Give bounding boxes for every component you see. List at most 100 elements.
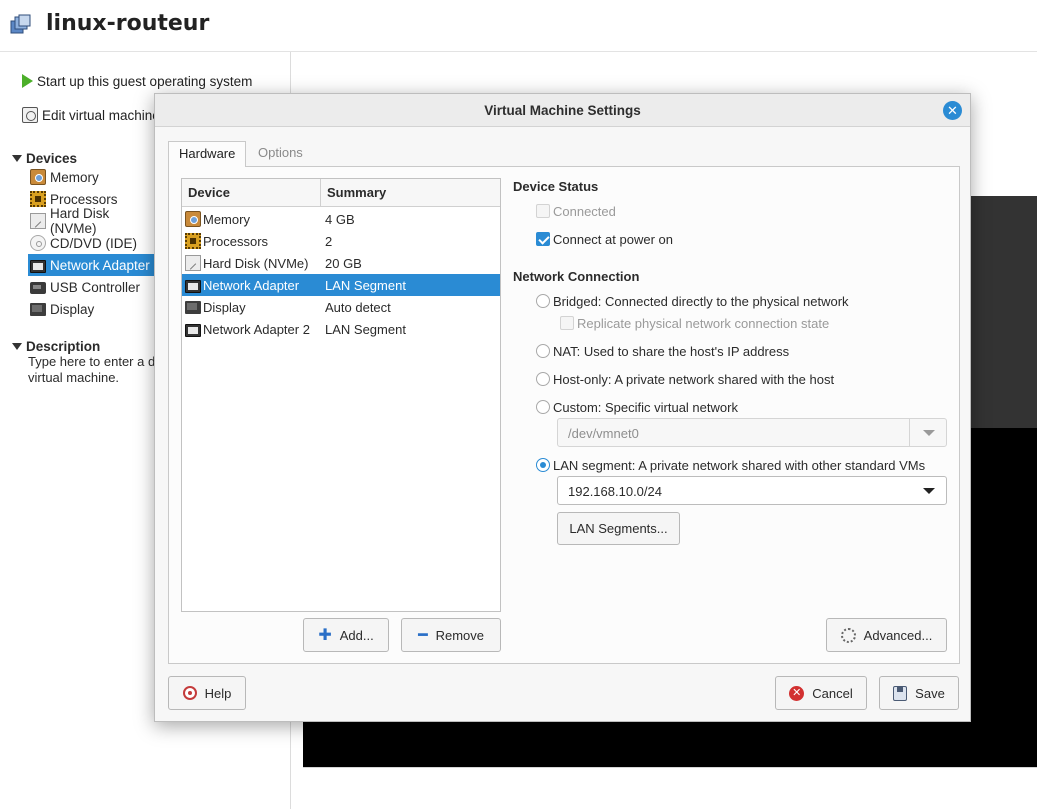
- add-device-button[interactable]: ✚ Add...: [303, 618, 389, 652]
- table-row-selected[interactable]: Network Adapter LAN Segment: [182, 274, 500, 296]
- table-row[interactable]: Processors 2: [182, 230, 500, 252]
- sidebar-item-network-adapter[interactable]: Network Adapter: [28, 254, 158, 276]
- sidebar-item-label: Memory: [50, 169, 99, 185]
- table-row[interactable]: Hard Disk (NVMe) 20 GB: [182, 252, 500, 274]
- description-line-1: Type here to enter a description of this: [28, 354, 158, 369]
- sidebar-item-label: Network Adapter: [50, 257, 150, 273]
- tab-options[interactable]: Options: [248, 141, 313, 166]
- device-cell: Network Adapter 2: [203, 321, 310, 337]
- connect-power-on-checkbox[interactable]: [536, 232, 550, 246]
- sidebar-item-cd-dvd[interactable]: CD/DVD (IDE): [28, 232, 158, 254]
- window-titlebar: linux-routeur: [0, 0, 1037, 52]
- host-only-radio[interactable]: [536, 372, 550, 386]
- display-icon: [30, 303, 46, 316]
- sidebar-item-memory[interactable]: Memory: [28, 166, 158, 188]
- sidebar-item-usb-controller[interactable]: USB Controller: [28, 276, 158, 298]
- edit-vm-label: Edit virtual machine settings: [42, 107, 162, 123]
- help-button[interactable]: Help: [168, 676, 246, 710]
- lan-segment-label: LAN segment: A private network shared wi…: [553, 458, 926, 473]
- remove-button-label: Remove: [435, 627, 485, 643]
- table-row[interactable]: Network Adapter 2 LAN Segment: [182, 318, 500, 340]
- sidebar-item-label: CD/DVD (IDE): [50, 235, 137, 251]
- connected-label: Connected: [553, 204, 616, 219]
- custom-network-select[interactable]: /dev/vmnet0: [557, 418, 947, 447]
- replicate-checkbox[interactable]: [560, 316, 574, 330]
- help-icon: [182, 686, 197, 700]
- advanced-button[interactable]: Advanced...: [826, 618, 947, 652]
- bridged-radio[interactable]: [536, 294, 550, 308]
- vm-title: linux-routeur: [46, 11, 210, 36]
- hardware-panel: Device Summary Memory 4 GB Processors 2 …: [168, 166, 960, 664]
- tab-hardware[interactable]: Hardware: [168, 141, 247, 167]
- memory-icon: [185, 211, 201, 227]
- network-adapter-icon: [30, 259, 46, 273]
- description-text[interactable]: Type here to enter a description of this…: [28, 354, 158, 386]
- sidebar-item-display[interactable]: Display: [28, 298, 158, 320]
- edit-settings-icon: [22, 107, 38, 123]
- lan-segments-button[interactable]: LAN Segments...: [557, 512, 680, 545]
- devices-heading[interactable]: Devices: [12, 151, 77, 166]
- memory-icon: [30, 169, 46, 185]
- add-button-label: Add...: [339, 627, 374, 643]
- custom-radio[interactable]: [536, 400, 550, 414]
- table-row[interactable]: Display Auto detect: [182, 296, 500, 318]
- hard-disk-icon: [30, 213, 46, 229]
- table-header: Device Summary: [182, 179, 500, 207]
- save-button-label: Save: [915, 685, 945, 701]
- network-adapter-icon: [185, 279, 201, 293]
- sidebar-item-label: Processors: [50, 191, 118, 207]
- custom-network-value: /dev/vmnet0: [568, 426, 639, 441]
- lan-segment-value: 192.168.10.0/24: [568, 484, 662, 499]
- cancel-icon: ✕: [789, 685, 805, 701]
- host-only-label: Host-only: A private network shared with…: [553, 372, 835, 387]
- help-button-label: Help: [204, 685, 232, 701]
- vm-settings-dialog: Virtual Machine Settings ✕ Hardware Opti…: [154, 93, 971, 722]
- remove-device-button[interactable]: ━ Remove: [401, 618, 501, 652]
- connected-checkbox[interactable]: [536, 204, 550, 218]
- summary-cell: 20 GB: [325, 255, 362, 271]
- table-row[interactable]: Memory 4 GB: [182, 208, 500, 230]
- description-heading-label: Description: [26, 339, 101, 354]
- cancel-button-label: Cancel: [812, 685, 853, 701]
- collapse-triangle-icon: [12, 155, 22, 162]
- device-cell: Display: [203, 299, 246, 315]
- summary-cell: LAN Segment: [325, 321, 406, 337]
- sidebar-item-hard-disk[interactable]: Hard Disk (NVMe): [28, 206, 158, 236]
- edit-vm-action[interactable]: Edit virtual machine settings: [22, 105, 162, 125]
- vm-icon: [10, 14, 31, 34]
- device-status-heading: Device Status: [513, 179, 599, 194]
- lan-segment-radio[interactable]: [536, 458, 550, 472]
- minus-icon: ━: [417, 627, 428, 644]
- preview-divider: [303, 767, 1037, 768]
- hard-disk-icon: [185, 255, 201, 271]
- advanced-button-label: Advanced...: [863, 627, 933, 643]
- dialog-title: Virtual Machine Settings: [484, 103, 641, 118]
- sidebar-item-label: Display: [50, 301, 95, 317]
- processor-icon: [30, 191, 46, 207]
- custom-label: Custom: Specific virtual network: [553, 400, 738, 415]
- collapse-triangle-icon: [12, 343, 22, 350]
- summary-cell: 2: [325, 233, 333, 249]
- description-heading[interactable]: Description: [12, 339, 100, 354]
- display-icon: [185, 301, 201, 314]
- device-cell: Processors: [203, 233, 269, 249]
- lan-segment-select[interactable]: 192.168.10.0/24: [557, 476, 947, 505]
- column-header-summary[interactable]: Summary: [321, 179, 386, 206]
- processor-icon: [185, 233, 201, 249]
- column-header-device[interactable]: Device: [182, 179, 321, 206]
- plus-icon: ✚: [318, 627, 332, 644]
- save-button[interactable]: Save: [879, 676, 959, 710]
- cd-dvd-icon: [30, 235, 46, 251]
- start-vm-action[interactable]: Start up this guest operating system: [22, 71, 252, 91]
- close-icon[interactable]: ✕: [943, 101, 962, 120]
- usb-icon: [30, 282, 46, 294]
- cancel-button[interactable]: ✕ Cancel: [775, 676, 867, 710]
- combo-separator: [909, 419, 910, 446]
- device-cell: Memory: [203, 211, 250, 227]
- device-cell: Hard Disk (NVMe): [203, 255, 309, 271]
- nat-radio[interactable]: [536, 344, 550, 358]
- replicate-label: Replicate physical network connection st…: [577, 316, 830, 331]
- devices-heading-label: Devices: [26, 151, 78, 166]
- save-icon: [893, 685, 908, 701]
- dialog-titlebar: Virtual Machine Settings ✕: [155, 94, 970, 127]
